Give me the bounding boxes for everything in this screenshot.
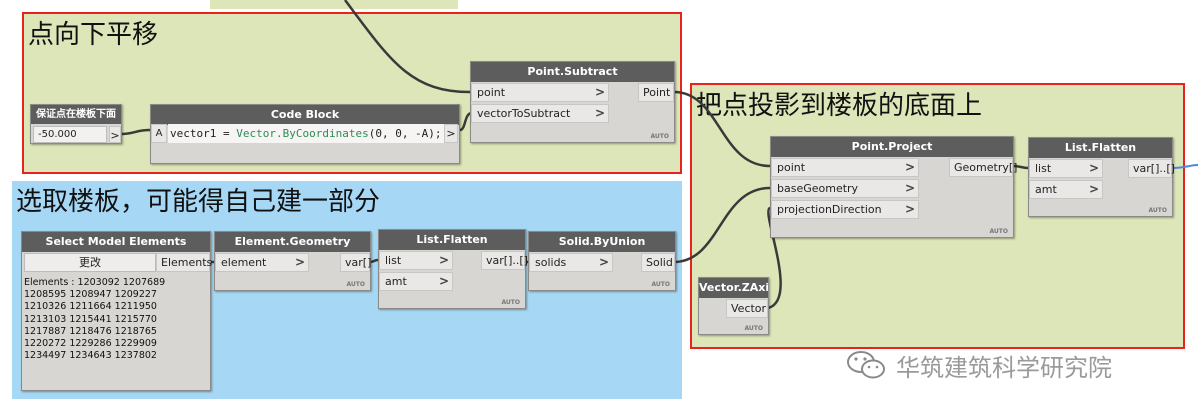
node-title: 保证点在楼板下面 bbox=[31, 105, 121, 124]
port-label: element bbox=[221, 256, 267, 269]
chevron-right-icon: > bbox=[438, 274, 449, 288]
port-label: point bbox=[777, 161, 806, 174]
node-title: Code Block bbox=[151, 105, 459, 125]
chevron-right-icon: > bbox=[438, 253, 449, 267]
node-title: List.Flatten bbox=[379, 230, 525, 250]
auto-label: AUTO bbox=[1148, 207, 1167, 214]
node-ensure-below[interactable]: 保证点在楼板下面 -50.000 > bbox=[30, 104, 122, 144]
chevron-right-icon: > bbox=[598, 255, 609, 269]
port-label: list bbox=[1035, 162, 1052, 175]
chevron-right-icon: > bbox=[294, 255, 305, 269]
code-args: (0, 0, -A); bbox=[368, 127, 442, 140]
input-port-point[interactable]: point > bbox=[471, 83, 609, 102]
node-title: Element.Geometry bbox=[215, 232, 370, 252]
wechat-icon bbox=[846, 350, 888, 380]
node-element-geometry[interactable]: Element.Geometry element > var[] AUTO bbox=[214, 231, 371, 291]
node-code-block[interactable]: Code Block A vector1 = Vector.ByCoordina… bbox=[150, 104, 460, 164]
node-vector-zaxis[interactable]: Vector.ZAxis Vector AUTO bbox=[698, 277, 769, 335]
output-port-var[interactable]: var[]..[] bbox=[1128, 159, 1175, 178]
port-label: amt bbox=[385, 275, 407, 288]
number-input[interactable]: -50.000 bbox=[33, 126, 107, 143]
auto-label: AUTO bbox=[501, 299, 520, 306]
chevron-right-icon: > bbox=[594, 106, 605, 120]
output-port-var[interactable]: var[]..[] bbox=[481, 251, 528, 270]
input-port-element[interactable]: element > bbox=[215, 253, 309, 272]
port-label: point bbox=[477, 86, 506, 99]
port-label: vectorToSubtract bbox=[477, 107, 571, 120]
auto-label: AUTO bbox=[650, 133, 669, 140]
node-select-model-elements[interactable]: Select Model Elements 更改 Elements Elemen… bbox=[21, 231, 212, 391]
input-port-list[interactable]: list > bbox=[1029, 159, 1103, 178]
chevron-right-icon: > bbox=[594, 85, 605, 99]
auto-label: AUTO bbox=[346, 281, 365, 288]
output-port-solid[interactable]: Solid bbox=[641, 253, 675, 272]
input-port-vector-to-subtract[interactable]: vectorToSubtract > bbox=[471, 104, 609, 123]
top-group-fragment bbox=[210, 0, 458, 9]
input-port-list[interactable]: list > bbox=[379, 251, 453, 270]
chevron-right-icon: > bbox=[904, 160, 915, 174]
output-port-elements[interactable]: Elements bbox=[156, 253, 212, 272]
output-port-point[interactable]: Point bbox=[638, 83, 674, 102]
node-title: Point.Subtract bbox=[471, 62, 674, 82]
node-title: Solid.ByUnion bbox=[529, 232, 675, 252]
input-port-amt[interactable]: amt > bbox=[1029, 180, 1103, 199]
output-port-arrow[interactable]: > bbox=[444, 124, 458, 143]
node-point-subtract[interactable]: Point.Subtract point > vectorToSubtract … bbox=[470, 61, 675, 143]
code-editor[interactable]: vector1 = Vector.ByCoordinates(0, 0, -A)… bbox=[168, 124, 444, 143]
watermark: 华筑建筑科学研究院 bbox=[846, 348, 1112, 382]
watermark-text: 华筑建筑科学研究院 bbox=[896, 353, 1112, 382]
output-port-arrow[interactable]: > bbox=[109, 126, 121, 143]
group-title-move-down: 点向下平移 bbox=[28, 20, 159, 50]
input-port-point[interactable]: point > bbox=[771, 158, 919, 177]
selected-elements-list: Elements : 1203092 1207689 1208595 12089… bbox=[24, 277, 166, 362]
node-list-flatten-bottom[interactable]: List.Flatten list > amt > var[]..[] AUTO bbox=[378, 229, 528, 309]
node-list-flatten-top[interactable]: List.Flatten list > amt > var[]..[] AUTO bbox=[1028, 137, 1175, 217]
auto-label: AUTO bbox=[989, 228, 1008, 235]
port-label: projectionDirection bbox=[777, 203, 882, 216]
output-port-geometry[interactable]: Geometry[] bbox=[949, 158, 1017, 177]
node-title: Point.Project bbox=[771, 137, 1013, 157]
auto-label: AUTO bbox=[651, 281, 670, 288]
node-title: List.Flatten bbox=[1029, 138, 1172, 158]
input-port-amt[interactable]: amt > bbox=[379, 272, 453, 291]
port-label: list bbox=[385, 254, 402, 267]
output-port-vector[interactable]: Vector bbox=[726, 299, 768, 318]
port-label: amt bbox=[1035, 183, 1057, 196]
code-method: .ByCoordinates bbox=[275, 127, 369, 140]
input-port-projection-direction[interactable]: projectionDirection > bbox=[771, 200, 919, 219]
node-title: Select Model Elements bbox=[22, 232, 210, 252]
input-port-a[interactable]: A bbox=[151, 124, 167, 143]
node-title: Vector.ZAxis bbox=[699, 278, 768, 298]
auto-label: AUTO bbox=[744, 325, 763, 332]
input-port-base-geometry[interactable]: baseGeometry > bbox=[771, 179, 919, 198]
node-point-project[interactable]: Point.Project point > baseGeometry > pro… bbox=[770, 136, 1017, 238]
group-title-project: 把点投影到楼板的底面上 bbox=[696, 91, 983, 121]
node-solid-byunion[interactable]: Solid.ByUnion solids > Solid AUTO bbox=[528, 231, 676, 291]
code-prefix: vector1 = bbox=[170, 127, 237, 140]
change-selection-button[interactable]: 更改 bbox=[24, 253, 156, 272]
chevron-right-icon: > bbox=[904, 181, 915, 195]
output-port-var[interactable]: var[] bbox=[340, 253, 371, 272]
group-title-select-slab: 选取楼板，可能得自己建一部分 bbox=[16, 187, 381, 217]
port-label: baseGeometry bbox=[777, 182, 859, 195]
chevron-right-icon: > bbox=[1088, 182, 1099, 196]
chevron-right-icon: > bbox=[1088, 161, 1099, 175]
chevron-right-icon: > bbox=[904, 202, 915, 216]
port-label: solids bbox=[535, 256, 567, 269]
code-class: Vector bbox=[236, 127, 276, 140]
input-port-solids[interactable]: solids > bbox=[529, 253, 613, 272]
